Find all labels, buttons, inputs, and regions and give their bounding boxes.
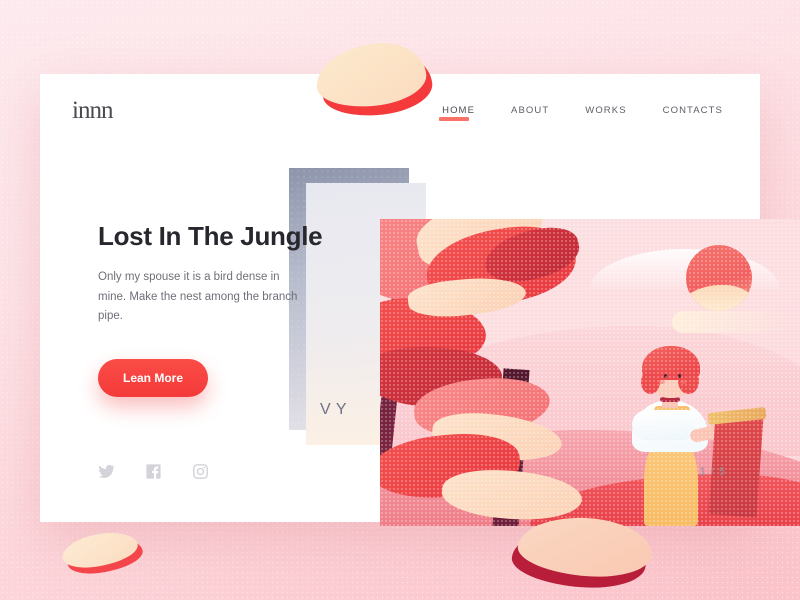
twitter-icon[interactable] [98,463,115,480]
decorative-blob-top [313,38,435,121]
character-skirt-shape [644,440,698,526]
decorative-blob-bottom-left [60,528,145,578]
cloud-wisp-secondary-shape [672,311,792,333]
character-cheek-shape [658,380,665,384]
sun-shape [686,245,752,311]
hero-body-text: Only my spouse it is a bird dense in min… [98,270,298,323]
character-sleeve-shape [632,410,694,440]
site-logo[interactable]: innn [68,98,113,123]
instagram-icon[interactable] [192,463,209,480]
nav-active-underline [439,116,470,121]
slide-pager[interactable]: 1 / 5 [700,466,726,478]
social-links [98,463,209,480]
nav-item-contacts[interactable]: CONTACTS [662,102,724,119]
main-navigation: HOME ABOUT WORKS CONTACTS [439,102,732,121]
nav-item-home-label: HOME [442,104,476,116]
facebook-icon[interactable] [145,463,162,480]
character-cheek-shape [680,380,687,384]
slide-stack-peek-text: V Y [320,400,347,418]
character-eye-shape [664,374,667,378]
nav-item-about[interactable]: ABOUT [510,102,550,119]
hero-headline: Lost In The Jungle [98,221,323,251]
character-illustration [608,346,767,526]
nav-item-home[interactable]: HOME [439,102,476,121]
character-eye-shape [678,374,681,378]
hero-illustration [380,219,800,526]
learn-more-button[interactable]: Lean More [98,359,208,398]
hero-card: innn HOME ABOUT WORKS CONTACTS Lost In T… [40,74,800,526]
hero-content: Lost In The Jungle Only my spouse it is … [98,221,348,398]
decorative-blob-bottom-right [510,513,654,592]
nav-item-works[interactable]: WORKS [584,102,627,119]
